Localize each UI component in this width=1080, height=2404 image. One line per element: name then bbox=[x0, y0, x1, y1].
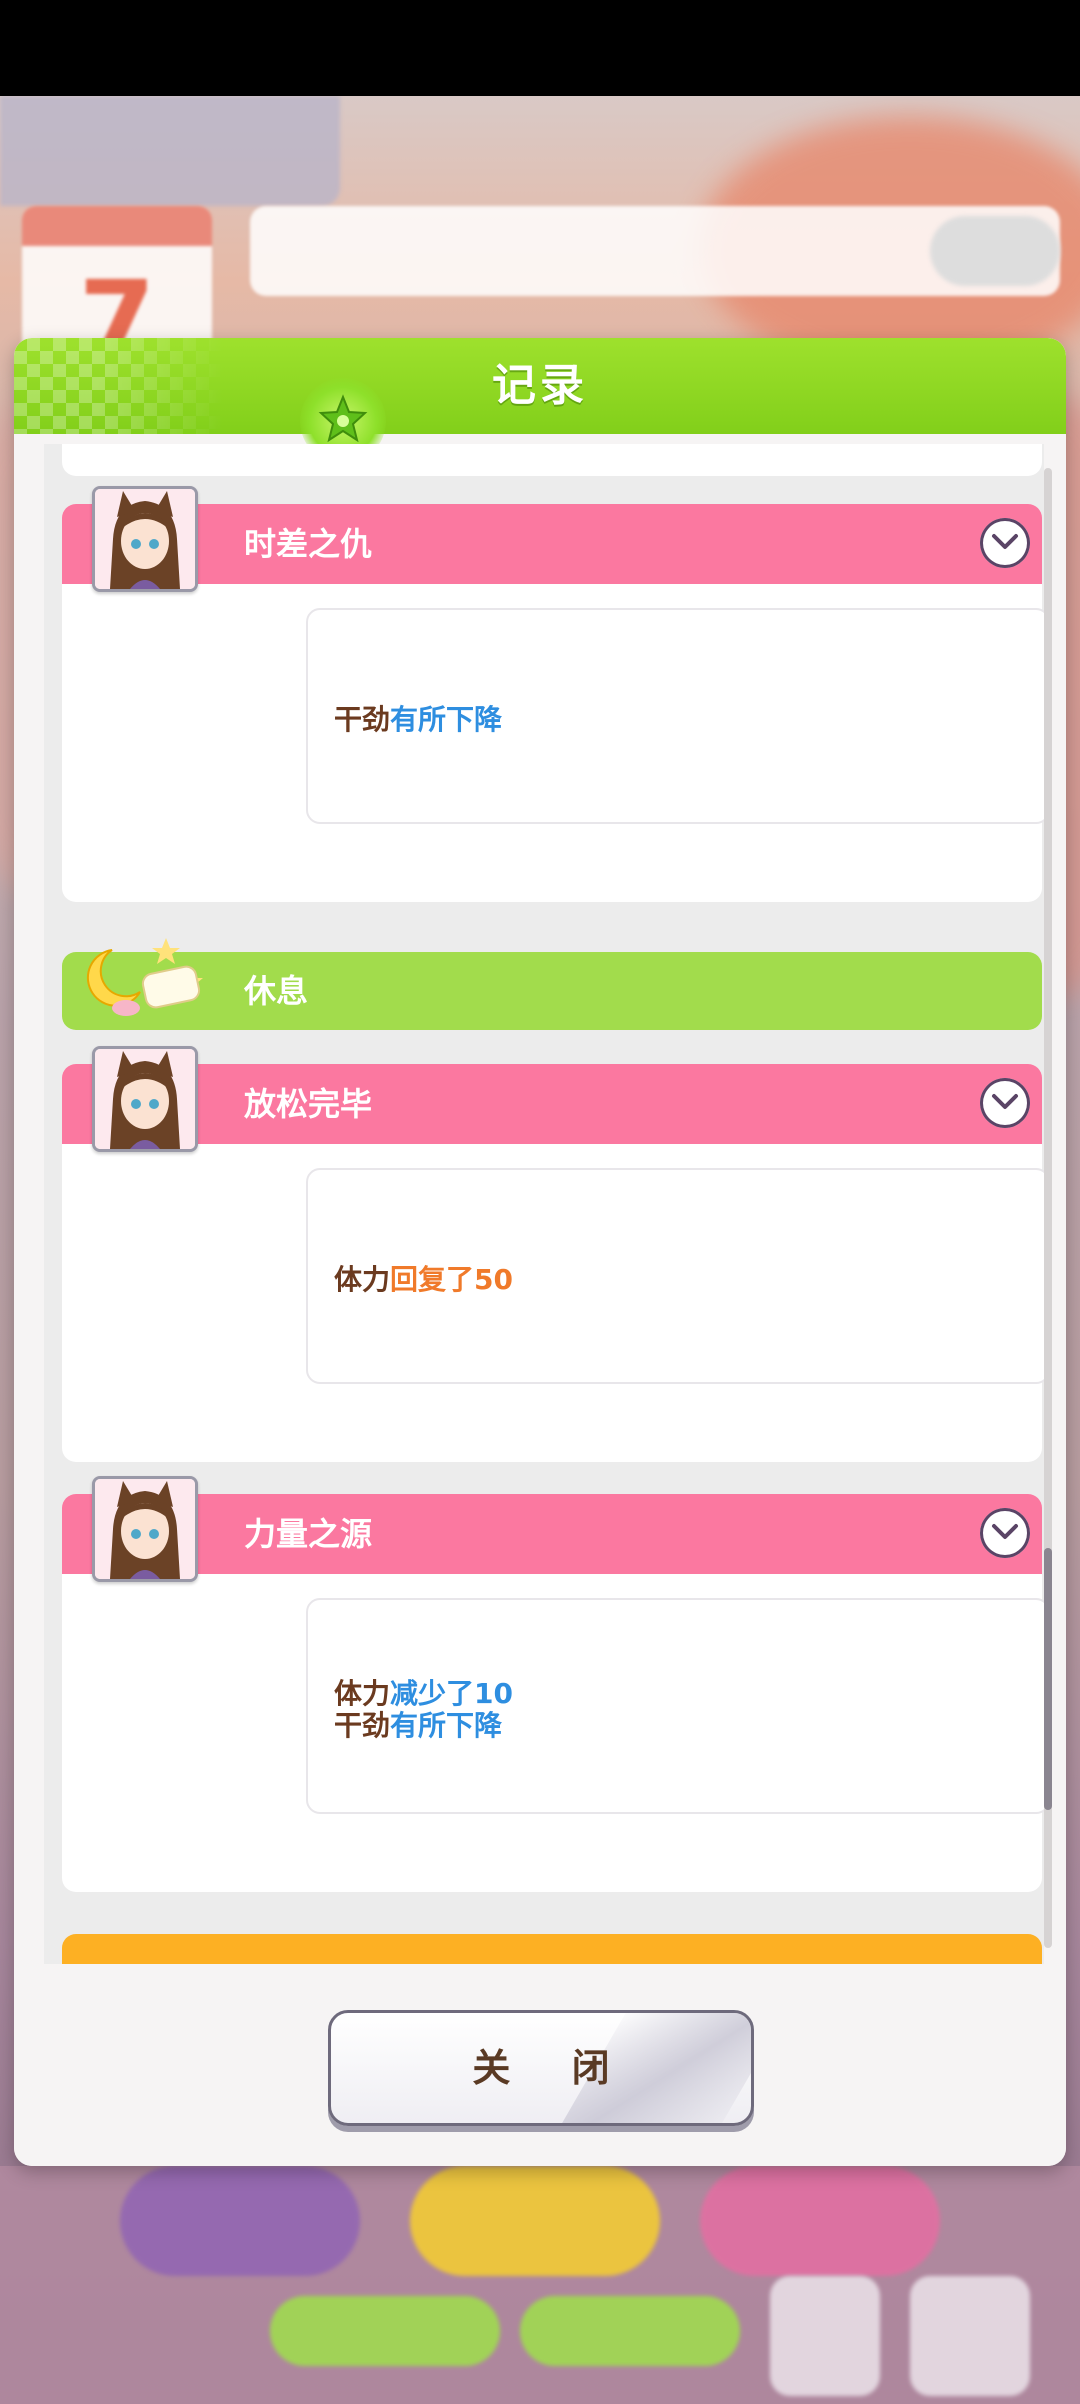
event-title: 时差之仇 bbox=[244, 525, 373, 563]
list-item bbox=[62, 444, 1042, 476]
next-entry-header bbox=[62, 1934, 1042, 1964]
effect-change: 回复了50 bbox=[390, 1263, 513, 1296]
effect-stat: 干劲 bbox=[334, 1709, 391, 1742]
rest-title: 休息 bbox=[244, 972, 309, 1010]
effect-change: 有所下降 bbox=[390, 1709, 503, 1742]
bg-bottom-menu bbox=[0, 2166, 1080, 2404]
status-bar bbox=[0, 0, 1080, 96]
avatar bbox=[92, 486, 198, 592]
event-header[interactable]: 力量之源 bbox=[62, 1494, 1042, 1574]
record-list[interactable]: 时差之仇 干劲有所下降 休息 放松完毕 体力回复了50 力量之源 体力减少了10… bbox=[44, 444, 1044, 1964]
effect-line: 体力回复了50 bbox=[334, 1258, 513, 1298]
effect-box: 体力回复了50 bbox=[306, 1168, 1044, 1384]
event-title: 放松完毕 bbox=[244, 1085, 373, 1123]
event-title: 力量之源 bbox=[244, 1515, 373, 1553]
effect-box: 体力减少了10 干劲有所下降 bbox=[306, 1598, 1044, 1814]
record-dialog: 记录 时差之仇 干劲有所下降 休息 放松完毕 体力回复了50 力量之源 体力减少… bbox=[14, 338, 1066, 2166]
scrollbar-thumb[interactable] bbox=[1044, 1548, 1052, 1810]
event-header[interactable]: 放松完毕 bbox=[62, 1064, 1042, 1144]
chevron-down-icon[interactable] bbox=[980, 1508, 1030, 1558]
moon-pillow-icon bbox=[82, 930, 212, 1030]
effect-box: 干劲有所下降 bbox=[306, 608, 1044, 824]
avatar bbox=[92, 1476, 198, 1582]
bg-date-bar bbox=[0, 96, 340, 206]
chevron-down-icon[interactable] bbox=[980, 518, 1030, 568]
avatar bbox=[92, 1046, 198, 1152]
dialog-title: 记录 bbox=[492, 360, 588, 411]
effect-line: 干劲有所下降 bbox=[334, 1704, 502, 1744]
event-header[interactable]: 时差之仇 bbox=[62, 504, 1042, 584]
effect-line: 干劲有所下降 bbox=[334, 698, 502, 738]
effect-stat: 干劲 bbox=[334, 703, 391, 736]
chevron-down-icon[interactable] bbox=[980, 1078, 1030, 1128]
close-button-label: 关 闭 bbox=[472, 2046, 634, 2090]
effect-change: 有所下降 bbox=[390, 703, 503, 736]
effect-stat: 体力 bbox=[334, 1263, 391, 1296]
dialog-header: 记录 bbox=[14, 338, 1066, 434]
close-button[interactable]: 关 闭 bbox=[328, 2010, 754, 2126]
